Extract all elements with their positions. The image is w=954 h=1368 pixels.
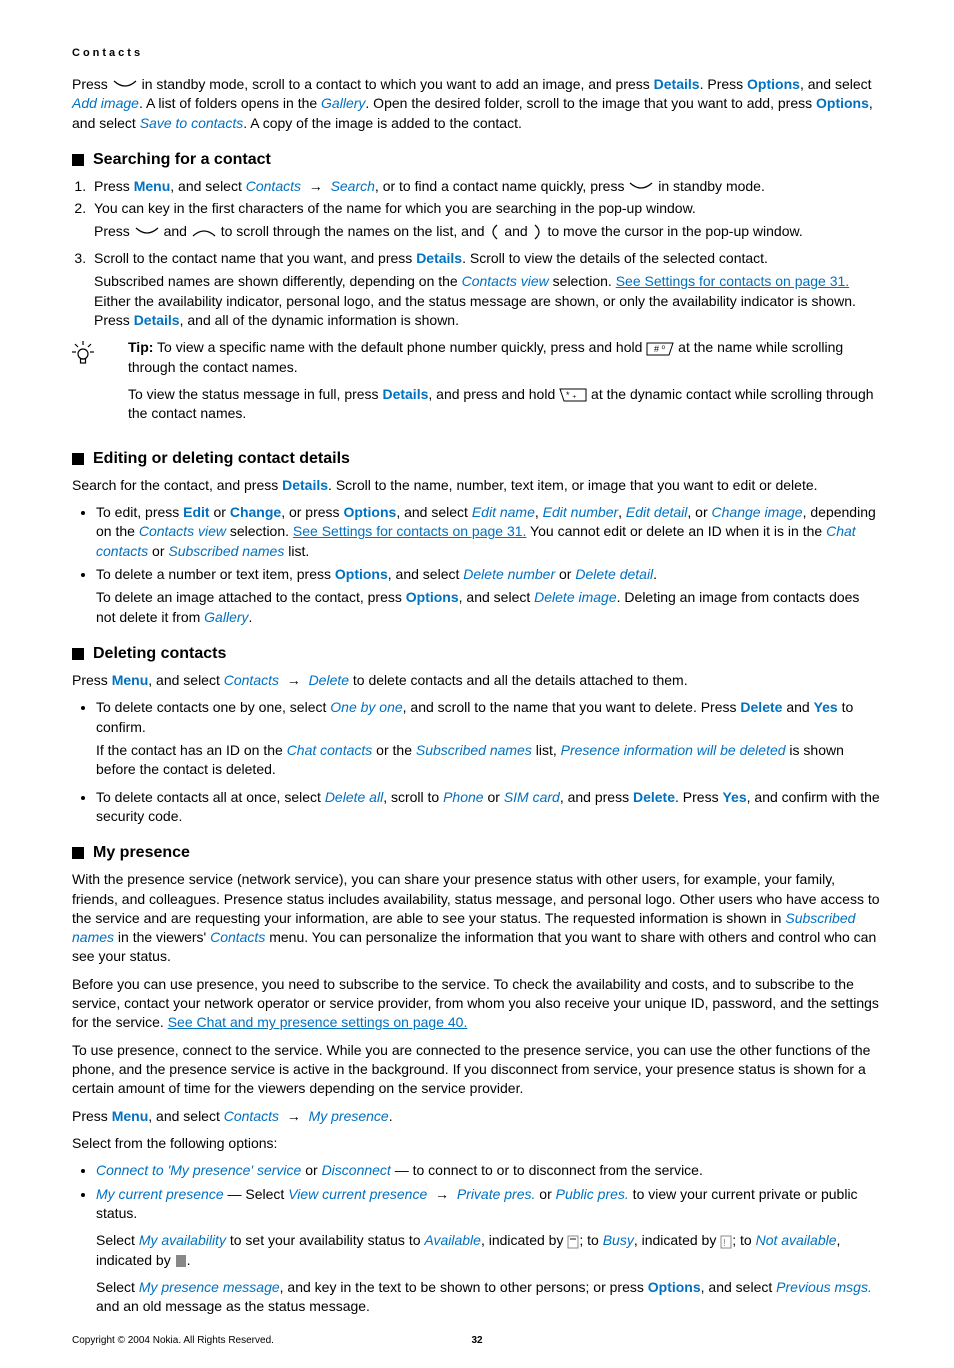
available-indicator-icon: [567, 1235, 579, 1249]
tip-body: Tip: To view a specific name with the de…: [128, 338, 882, 431]
see-settings-link[interactable]: See Settings for contacts on page 31.: [616, 273, 850, 289]
section-title-editing: Editing or deleting contact details: [72, 448, 882, 470]
star-key-icon: * ₊: [559, 388, 587, 402]
deleting-bullets: To delete contacts one by one, select On…: [72, 698, 882, 826]
svg-text:* ₊: * ₊: [566, 390, 577, 400]
copyright-text: Copyright © 2004 Nokia. All Rights Reser…: [72, 1334, 447, 1348]
search-steps: Press Menu, and select Contacts → Search…: [72, 177, 882, 330]
options-label: Options: [747, 76, 800, 92]
hash-key-icon: # ⁰: [646, 342, 674, 356]
intro-paragraph: Press in standby mode, scroll to a conta…: [72, 75, 882, 133]
bullet-connect: Connect to 'My presence' service or Disc…: [96, 1161, 882, 1180]
section-title-presence: My presence: [72, 842, 882, 864]
presence-p4: Press Menu, and select Contacts → My pre…: [72, 1107, 882, 1126]
scroll-down-icon: [112, 79, 138, 91]
square-bullet-icon: [72, 154, 84, 166]
square-bullet-icon: [72, 648, 84, 660]
scroll-up-icon: [191, 226, 217, 238]
save-to-contacts-label: Save to contacts: [140, 115, 244, 131]
options-label: Options: [816, 95, 869, 111]
bullet-current-presence: My current presence — Select View curren…: [96, 1185, 882, 1317]
presence-bullets: Connect to 'My presence' service or Disc…: [72, 1161, 882, 1316]
scroll-down-icon: [134, 226, 160, 238]
details-label: Details: [654, 76, 700, 92]
not-available-indicator-icon: [175, 1254, 187, 1268]
scroll-right-icon: [532, 224, 544, 240]
busy-indicator-icon: !: [720, 1235, 732, 1249]
add-image-label: Add image: [72, 95, 139, 111]
bullet-one-by-one: To delete contacts one by one, select On…: [96, 698, 882, 779]
see-chat-link[interactable]: See Chat and my presence settings on pag…: [168, 1014, 468, 1030]
see-settings-link[interactable]: See Settings for contacts on page 31.: [293, 523, 527, 539]
presence-p3: To use presence, connect to the service.…: [72, 1041, 882, 1099]
svg-text:!: !: [723, 1238, 726, 1249]
page-footer: Copyright © 2004 Nokia. All Rights Reser…: [72, 1334, 882, 1348]
editing-bullets: To edit, press Edit or Change, or press …: [72, 503, 882, 627]
scroll-left-icon: [488, 224, 500, 240]
tip-icon: [72, 341, 92, 431]
bullet-delete-all: To delete contacts all at once, select D…: [96, 788, 882, 827]
step-2: You can key in the first characters of t…: [90, 199, 882, 242]
gallery-label: Gallery: [321, 95, 365, 111]
section-title-searching: Searching for a contact: [72, 149, 882, 171]
presence-p1: With the presence service (network servi…: [72, 870, 882, 967]
square-bullet-icon: [72, 847, 84, 859]
section-title-deleting: Deleting contacts: [72, 643, 882, 665]
section-header: Contacts: [72, 46, 882, 61]
scroll-down-icon: [628, 181, 654, 193]
page-number: 32: [447, 1334, 507, 1348]
bullet-delete: To delete a number or text item, press O…: [96, 565, 882, 627]
svg-text:# ⁰: # ⁰: [654, 344, 666, 354]
deleting-intro: Press Menu, and select Contacts → Delete…: [72, 671, 882, 690]
page: Contacts Press in standby mode, scroll t…: [0, 0, 954, 1368]
step-3: Scroll to the contact name that you want…: [90, 249, 882, 330]
presence-p2: Before you can use presence, you need to…: [72, 975, 882, 1033]
bullet-edit: To edit, press Edit or Change, or press …: [96, 503, 882, 561]
step-1: Press Menu, and select Contacts → Search…: [90, 177, 882, 196]
editing-intro: Search for the contact, and press Detail…: [72, 476, 882, 495]
presence-p5: Select from the following options:: [72, 1134, 882, 1153]
square-bullet-icon: [72, 453, 84, 465]
